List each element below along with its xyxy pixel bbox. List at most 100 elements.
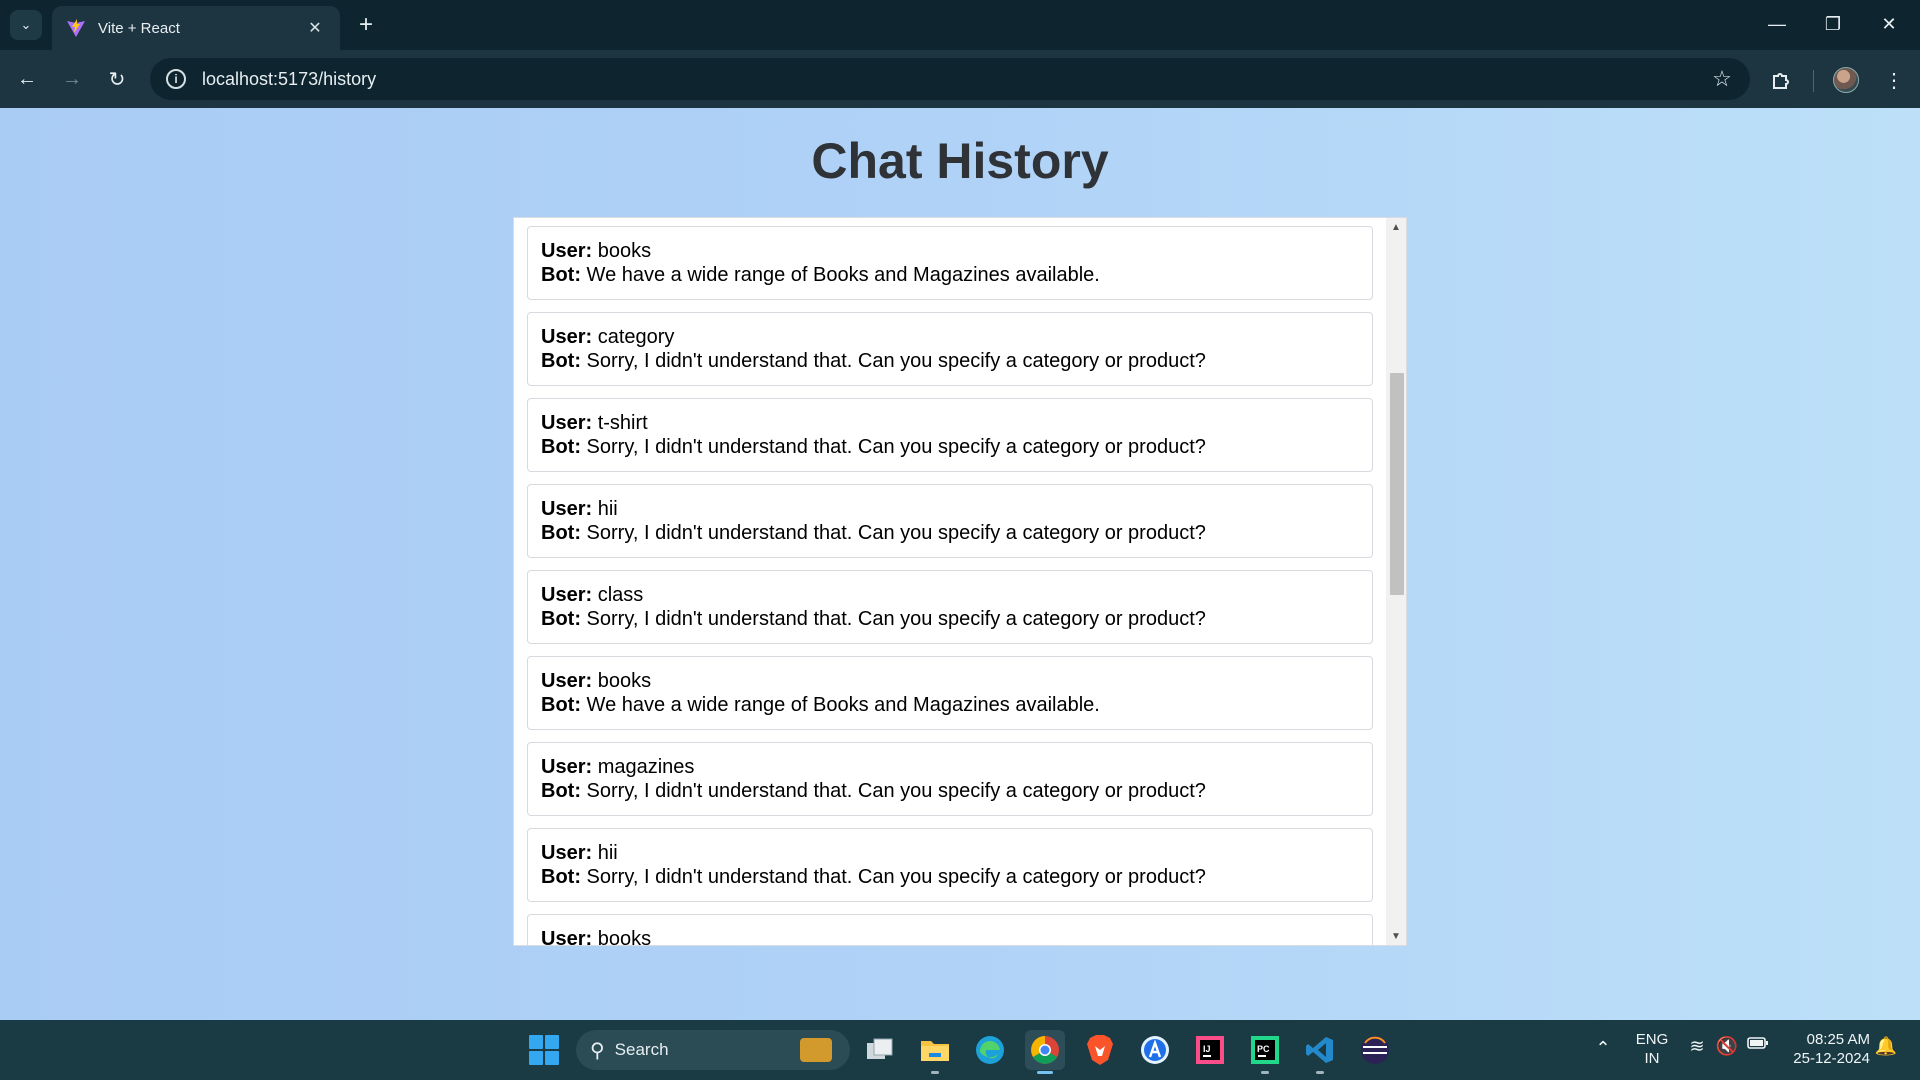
user-message: books bbox=[597, 240, 652, 262]
running-indicator bbox=[931, 1071, 939, 1074]
battery-icon[interactable] bbox=[1744, 1034, 1772, 1055]
user-message: class bbox=[597, 584, 644, 606]
bot-message: We have a wide range of Books and Magazi… bbox=[586, 264, 1100, 286]
bot-message: Sorry, I didn't understand that. Can you… bbox=[586, 522, 1206, 544]
user-label: User: bbox=[541, 756, 593, 778]
scroll-down-arrow-icon[interactable]: ▼ bbox=[1386, 927, 1406, 945]
tab-search-button[interactable]: ⌄ bbox=[10, 10, 42, 40]
taskbar-edge[interactable] bbox=[970, 1030, 1010, 1070]
chat-entry: User: category Bot: Sorry, I didn't unde… bbox=[527, 312, 1373, 386]
minimize-button[interactable]: — bbox=[1754, 8, 1800, 40]
taskbar-search[interactable]: ⚲ Search bbox=[576, 1030, 850, 1070]
running-indicator bbox=[1037, 1071, 1053, 1074]
reload-icon: ↻ bbox=[108, 68, 126, 91]
profile-button[interactable] bbox=[1828, 62, 1864, 98]
volume-muted-icon[interactable]: 🔇 bbox=[1714, 1036, 1740, 1057]
search-label: Search bbox=[614, 1040, 669, 1059]
brave-lion-icon bbox=[1087, 1035, 1113, 1065]
bot-message: Sorry, I didn't understand that. Can you… bbox=[586, 866, 1206, 888]
taskbar-pycharm[interactable]: PC bbox=[1245, 1030, 1285, 1074]
close-window-button[interactable]: ✕ bbox=[1866, 8, 1912, 40]
toolbar-divider bbox=[1813, 70, 1814, 92]
browser-tab-active[interactable]: Vite + React ✕ bbox=[52, 6, 340, 50]
site-info-icon[interactable]: i bbox=[166, 69, 186, 89]
eclipse-icon bbox=[1361, 1036, 1389, 1064]
chat-entry: User: hii Bot: Sorry, I didn't understan… bbox=[527, 484, 1373, 558]
chat-entry: User: books Bot: bbox=[527, 914, 1373, 946]
taskbar-eclipse[interactable] bbox=[1355, 1030, 1395, 1070]
kebab-menu-icon: ⋮ bbox=[1884, 69, 1904, 92]
scroll-up-arrow-icon[interactable]: ▲ bbox=[1386, 218, 1406, 236]
user-label: User: bbox=[541, 240, 593, 262]
show-hidden-icons-chevron-icon[interactable]: ⌃ bbox=[1588, 1038, 1618, 1059]
chat-history-container[interactable]: User: books Bot: We have a wide range of… bbox=[513, 217, 1407, 946]
battery-shape bbox=[1747, 1037, 1768, 1049]
chat-entry: User: t-shirt Bot: Sorry, I didn't under… bbox=[527, 398, 1373, 472]
notification-bell-icon[interactable]: 🔔 bbox=[1874, 1036, 1898, 1057]
user-label: User: bbox=[541, 928, 593, 946]
taskbar-intellij[interactable]: IJ bbox=[1190, 1030, 1230, 1070]
extensions-button[interactable] bbox=[1763, 62, 1799, 98]
back-button[interactable]: ← bbox=[10, 62, 44, 96]
arrow-right-icon: → bbox=[62, 67, 82, 90]
taskbar-app-store[interactable] bbox=[1135, 1030, 1175, 1070]
chat-entry: User: books Bot: We have a wide range of… bbox=[527, 656, 1373, 730]
clock[interactable]: 08:25 AM 25-12-2024 bbox=[1778, 1030, 1870, 1068]
new-tab-button[interactable]: + bbox=[352, 12, 380, 40]
windows-logo-icon bbox=[529, 1035, 559, 1065]
taskbar-brave[interactable] bbox=[1080, 1030, 1120, 1070]
edge-icon bbox=[976, 1036, 1004, 1064]
chat-entry: User: magazines Bot: Sorry, I didn't und… bbox=[527, 742, 1373, 816]
language-code: ENG bbox=[1635, 1031, 1669, 1048]
taskbar-chrome[interactable] bbox=[1025, 1030, 1065, 1074]
restore-button[interactable]: ❐ bbox=[1810, 8, 1856, 40]
user-message: hii bbox=[597, 842, 618, 864]
vertical-scrollbar[interactable]: ▲ ▼ bbox=[1386, 218, 1406, 945]
user-message: books bbox=[597, 670, 652, 692]
bot-label: Bot: bbox=[541, 608, 581, 630]
clock-date: 25-12-2024 bbox=[1793, 1050, 1870, 1067]
search-icon: ⚲ bbox=[590, 1039, 605, 1062]
running-indicator bbox=[1316, 1071, 1324, 1074]
bot-label: Bot: bbox=[541, 350, 581, 372]
user-label: User: bbox=[541, 326, 593, 348]
address-bar[interactable]: i localhost:5173/history ☆ bbox=[150, 58, 1750, 100]
vscode-icon bbox=[1306, 1037, 1333, 1063]
reload-button[interactable]: ↻ bbox=[100, 62, 134, 96]
intellij-icon: IJ bbox=[1196, 1036, 1224, 1064]
language-indicator[interactable]: ENG IN bbox=[1628, 1030, 1676, 1068]
task-view-icon bbox=[867, 1038, 893, 1059]
bot-message: Sorry, I didn't understand that. Can you… bbox=[586, 608, 1206, 630]
vite-logo-icon bbox=[67, 19, 85, 37]
user-message: hii bbox=[597, 498, 618, 520]
bot-label: Bot: bbox=[541, 264, 581, 286]
wifi-icon[interactable]: ≋ bbox=[1684, 1036, 1710, 1057]
taskbar-vscode[interactable] bbox=[1300, 1030, 1340, 1074]
chat-entry: User: class Bot: Sorry, I didn't underst… bbox=[527, 570, 1373, 644]
bookmark-star-icon[interactable]: ☆ bbox=[1702, 66, 1742, 92]
app-store-icon bbox=[1141, 1036, 1169, 1064]
user-label: User: bbox=[541, 842, 593, 864]
user-message: magazines bbox=[597, 756, 695, 778]
bot-label: Bot: bbox=[541, 436, 581, 458]
chrome-icon bbox=[1031, 1036, 1059, 1064]
task-view-button[interactable] bbox=[860, 1030, 900, 1070]
bot-message: Sorry, I didn't understand that. Can you… bbox=[586, 350, 1206, 372]
user-label: User: bbox=[541, 670, 593, 692]
region-code: IN bbox=[1644, 1050, 1660, 1067]
url-text[interactable]: localhost:5173/history bbox=[202, 69, 1702, 90]
close-tab-icon[interactable]: ✕ bbox=[304, 17, 326, 39]
folder-icon bbox=[921, 1041, 949, 1061]
chat-history-list: User: books Bot: We have a wide range of… bbox=[527, 226, 1373, 946]
chat-entry: User: books Bot: We have a wide range of… bbox=[527, 226, 1373, 300]
bot-label: Bot: bbox=[541, 694, 581, 716]
user-label: User: bbox=[541, 584, 593, 606]
bot-label: Bot: bbox=[541, 522, 581, 544]
scrollbar-thumb[interactable] bbox=[1390, 373, 1404, 595]
forward-button[interactable]: → bbox=[55, 62, 89, 96]
bot-message: We have a wide range of Books and Magazi… bbox=[586, 694, 1100, 716]
taskbar-file-explorer[interactable] bbox=[915, 1030, 955, 1074]
start-button[interactable] bbox=[524, 1030, 564, 1070]
bot-label: Bot: bbox=[541, 866, 581, 888]
browser-menu-button[interactable]: ⋮ bbox=[1876, 62, 1912, 98]
